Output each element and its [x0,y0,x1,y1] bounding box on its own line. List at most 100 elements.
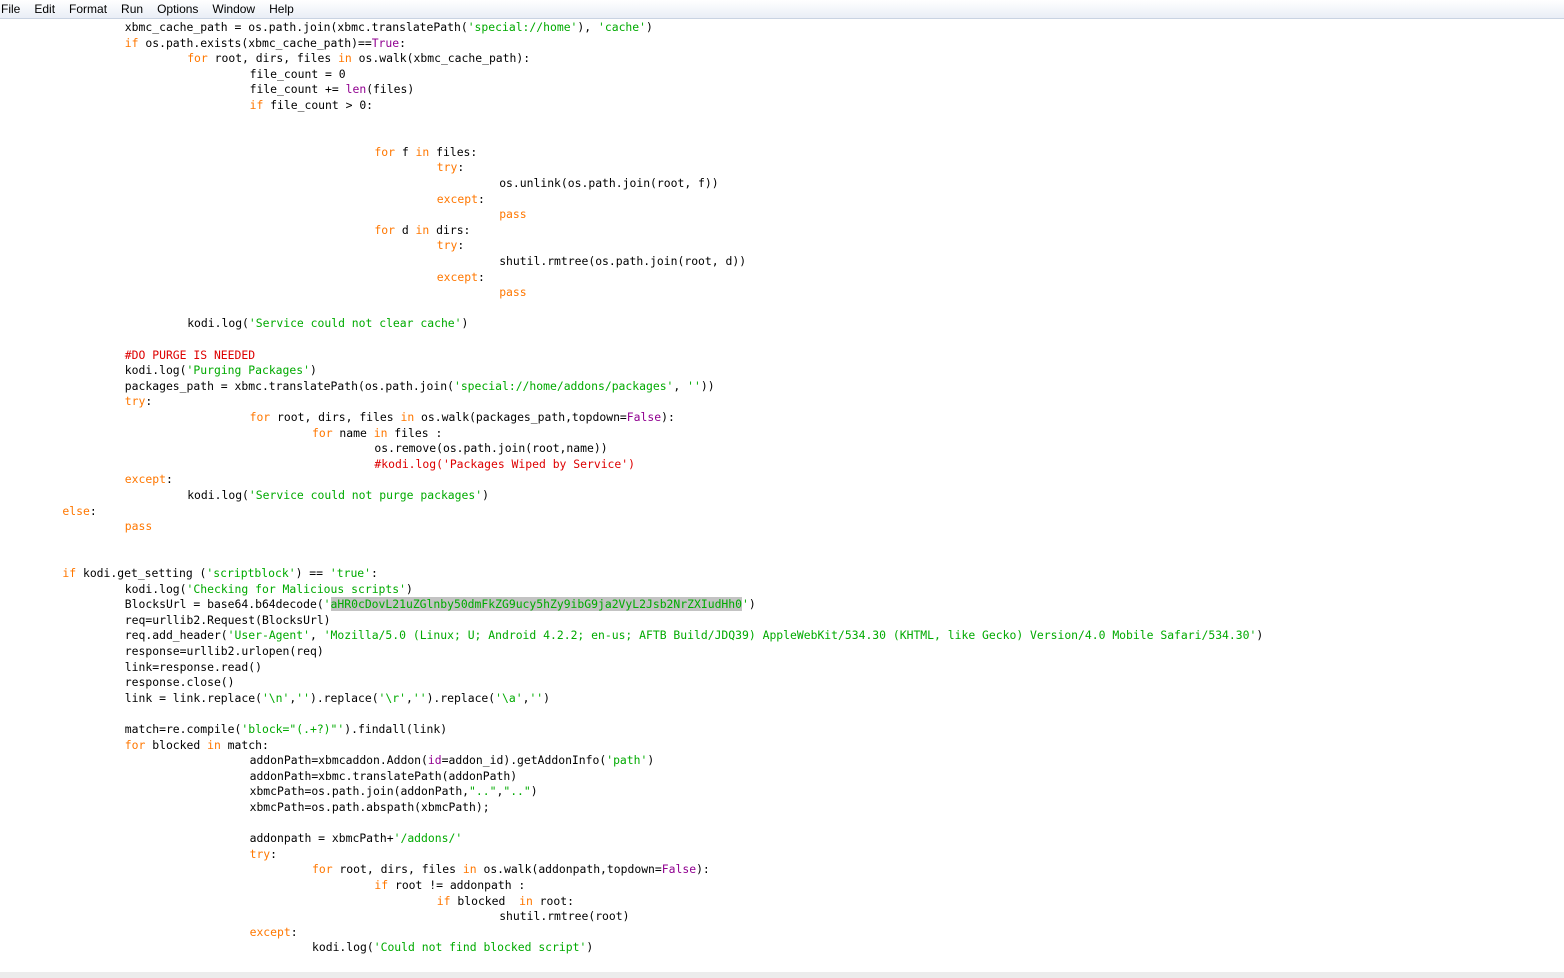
code-token: '\r' [378,690,406,705]
code-line[interactable]: xbmcPath=os.path.abspath(xbmcPath); [250,800,490,816]
code-line[interactable]: match=re.compile('block="(.+?)"').findal… [125,722,447,738]
code-token: if [374,878,389,892]
code-token: name [332,425,374,440]
code-token: except [249,924,291,939]
code-token: match=re.compile( [124,722,242,736]
code-line[interactable]: packages_path = xbmc.translatePath(os.pa… [125,379,715,395]
code-line[interactable]: for name in files : [312,426,442,442]
code-line[interactable]: addonPath=xbmcaddon.Addon(id=addon_id).g… [250,753,655,769]
code-token: in [207,737,221,752]
code-line[interactable]: response=urllib2.urlopen(req) [125,644,324,660]
code-line[interactable]: addonpath = xbmcPath+'/addons/' [250,831,463,847]
code-token: ) [530,784,538,799]
code-token: 'Could not find blocked script' [373,940,587,955]
menu-item-run[interactable]: Run [114,0,150,18]
code-line[interactable]: kodi.log('Service could not purge packag… [187,488,489,504]
code-line[interactable]: req=urllib2.Request(BlocksUrl) [125,613,331,629]
code-token: : [145,394,153,409]
code-line[interactable]: link=response.read() [125,660,262,676]
code-line[interactable]: except: [250,925,298,941]
code-token: shutil.rmtree(root) [499,909,630,924]
code-token: 'User-Agent' [227,628,310,643]
code-token: root != addonpath : [388,878,526,892]
menu-item-file[interactable]: File [0,0,27,18]
code-line[interactable]: os.remove(os.path.join(root,name)) [374,441,607,457]
menu-item-help[interactable]: Help [262,0,301,18]
code-line[interactable]: except: [437,192,485,208]
code-token: os.path.exists(xbmc_cache_path)== [138,35,372,50]
code-line[interactable]: #DO PURGE IS NEEDED [125,348,255,364]
code-line[interactable]: file_count = 0 [250,67,346,83]
code-line[interactable]: else: [62,504,96,520]
code-line[interactable]: xbmcPath=os.path.join(addonPath,"..","..… [250,784,538,800]
code-line[interactable]: pass [125,519,152,535]
code-token: root, dirs, files [207,51,339,66]
code-token: for [374,222,395,237]
code-token: ' [323,597,331,612]
code-token: : [270,846,278,861]
code-token: 'Purging Packages' [186,363,310,378]
code-line[interactable]: link = link.replace('\n','').replace('\r… [125,691,550,707]
code-token: match: [220,737,269,752]
code-line[interactable]: try: [125,394,152,410]
code-line[interactable]: kodi.log('Checking for Malicious scripts… [125,582,413,598]
code-line[interactable]: if file_count > 0: [250,98,373,114]
code-token: : [477,269,485,284]
code-token: in [519,893,533,908]
code-line[interactable]: for root, dirs, files in os.walk(xbmc_ca… [187,51,530,67]
code-token: BlocksUrl = base64.b64decode( [124,597,324,612]
code-line[interactable]: pass [499,207,526,223]
code-line[interactable]: try: [437,160,464,176]
code-line[interactable]: for root, dirs, files in os.walk(package… [250,410,675,426]
code-line[interactable]: response.close() [125,675,235,691]
code-token: : [290,924,298,939]
code-line[interactable]: if kodi.get_setting ('scriptblock') == '… [62,566,378,582]
code-editor[interactable]: xbmc_cache_path = os.path.join(xbmc.tran… [0,19,1564,972]
menu-item-options[interactable]: Options [150,0,205,18]
code-line[interactable]: kodi.log('Could not find blocked script'… [312,940,593,956]
code-line[interactable]: for d in dirs: [374,223,470,239]
code-line[interactable]: if blocked in root: [437,894,574,910]
code-line[interactable]: kodi.log('Service could not clear cache'… [187,316,468,332]
code-line[interactable]: pass [499,285,526,301]
code-line[interactable]: file_count += len(files) [250,82,415,98]
code-token: kodi.log( [124,363,187,378]
code-token: os.walk(xbmc_cache_path): [351,51,531,66]
code-line[interactable]: shutil.rmtree(root) [499,909,629,925]
code-line[interactable]: if os.path.exists(xbmc_cache_path)==True… [125,36,406,52]
code-line[interactable]: except: [125,472,173,488]
code-line[interactable]: #kodi.log('Packages Wiped by Service') [374,457,635,473]
code-token: ) == [295,566,330,580]
code-token: files: [429,144,478,159]
menu-item-window[interactable]: Window [205,0,262,18]
code-line[interactable]: BlocksUrl = base64.b64decode('aHR0cDovL2… [125,597,756,613]
code-line[interactable]: kodi.log('Purging Packages') [125,363,317,379]
code-line[interactable]: xbmc_cache_path = os.path.join(xbmc.tran… [125,20,653,36]
code-line[interactable]: if root != addonpath : [374,878,525,894]
code-token: ".." [503,784,531,799]
code-token: , [405,690,413,705]
code-token: if [124,35,139,50]
code-token: kodi.log( [124,581,187,596]
code-token: link = link.replace( [124,690,262,705]
code-token: : [165,472,173,487]
code-line[interactable]: try: [437,238,464,254]
code-token: ).replace( [426,690,496,705]
code-line[interactable]: os.unlink(os.path.join(root, f)) [499,176,718,192]
code-token: try [436,160,458,175]
code-token: ) [647,753,655,768]
code-token: root: [532,893,574,908]
code-token: xbmc_cache_path = os.path.join(xbmc.tran… [124,20,468,34]
menu-item-edit[interactable]: Edit [27,0,62,18]
code-line[interactable]: try: [250,847,277,863]
menu-item-format[interactable]: Format [62,0,114,18]
code-line[interactable]: shutil.rmtree(os.path.join(root, d)) [499,254,746,270]
code-token: try [124,394,146,409]
code-token: ) [461,316,469,331]
code-line[interactable]: for blocked in match: [125,738,269,754]
code-line[interactable]: for f in files: [374,145,477,161]
code-line[interactable]: req.add_header('User-Agent', 'Mozilla/5.… [125,628,1263,644]
code-line[interactable]: for root, dirs, files in os.walk(addonpa… [312,862,710,878]
code-line[interactable]: except: [437,270,485,286]
code-line[interactable]: addonPath=xbmc.translatePath(addonPath) [250,769,517,785]
